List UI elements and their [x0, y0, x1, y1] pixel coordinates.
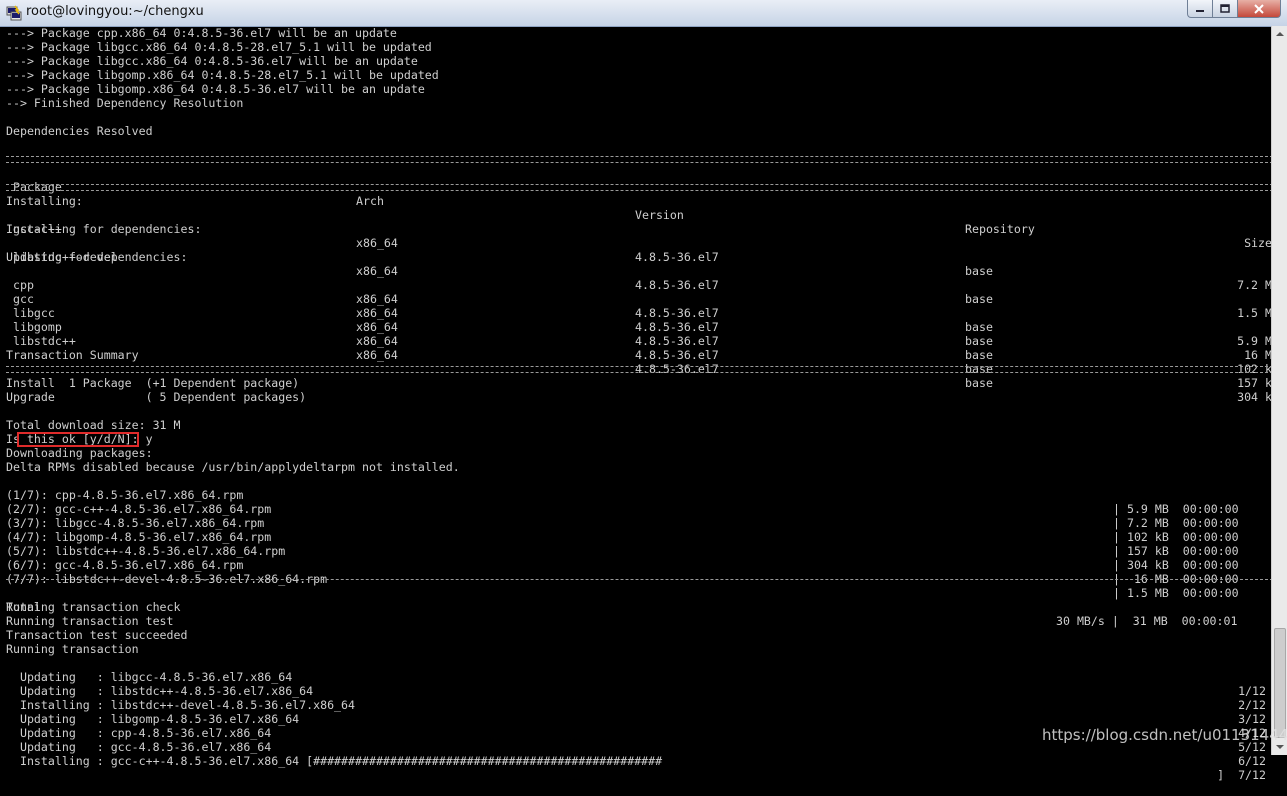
transaction-step: Installing : libstdc++-devel-4.8.5-36.el… [6, 698, 1266, 726]
watermark: https://blog.csdn.net/u011314442 [1042, 726, 1287, 744]
summary-line: Install 1 Package (+1 Dependent package) [6, 376, 300, 390]
close-icon [1254, 3, 1264, 14]
download-row: (1/7): cpp-4.8.5-36.el7.x86_64.rpm | 5.9… [6, 488, 1239, 516]
terminal-output[interactable]: ---> Package cpp.x86_64 0:4.8.5-36.el7 w… [6, 26, 1273, 782]
scroll-up-button[interactable] [1272, 26, 1287, 42]
summary-line: Upgrade ( 5 Dependent packages) [6, 390, 307, 404]
download-row: (4/7): libgomp-4.8.5-36.el7.x86_64.rpm |… [6, 530, 1239, 558]
transaction-step: Updating : libgomp-4.8.5-36.el7.x86_64 4… [6, 712, 1266, 740]
column-header: Arch [356, 194, 384, 208]
output-line: ---> Package cpp.x86_64 0:4.8.5-36.el7 w… [6, 26, 397, 40]
putty-icon[interactable] [6, 5, 22, 21]
transaction-step: Updating : libstdc++-4.8.5-36.el7.x86_64… [6, 684, 1266, 712]
transaction-step: Updating : cpp-4.8.5-36.el7.x86_64 5/12 [6, 726, 1266, 754]
table-row: libgomp x86_64 4.8.5-36.el7 base 157 k [6, 320, 1272, 390]
table-section-label: Installing for dependencies: [6, 222, 202, 236]
output-line: ---> Package libgcc.x86_64 0:4.8.5-28.el… [6, 40, 432, 54]
table-header-row: Package Arch Version Repository Size [6, 166, 1272, 250]
close-button[interactable] [1238, 0, 1281, 18]
output-line: Downloading packages: [6, 446, 153, 460]
output-line: Transaction test succeeded [6, 628, 188, 642]
table-row: libstdc++ x86_64 4.8.5-36.el7 base 304 k [6, 334, 1272, 404]
table-row: gcc-c++ x86_64 4.8.5-36.el7 base 7.2 M [6, 222, 1272, 292]
table-separator [6, 366, 1273, 373]
table-section-label: Installing: [6, 194, 83, 208]
chevron-down-icon [1275, 745, 1284, 749]
output-line: Dependencies Resolved [6, 124, 153, 138]
maximize-button[interactable] [1213, 0, 1238, 18]
summary-title: Transaction Summary [6, 348, 139, 362]
total-row: Total 30 MB/s | 31 MB 00:00:01 [6, 600, 1238, 628]
title-bar: root@lovingyou:~/chengxu [0, 0, 1287, 27]
output-line: --> Finished Dependency Resolution [6, 96, 244, 110]
output-line: Running transaction [6, 642, 139, 656]
output-line: Running transaction test [6, 614, 174, 628]
table-row: libstdc++-devel x86_64 4.8.5-36.el7 base… [6, 250, 1272, 320]
chevron-up-icon [1275, 32, 1284, 36]
table-separator [6, 184, 1273, 191]
download-separator [6, 579, 1273, 580]
output-line: Running transaction check [6, 600, 181, 614]
download-row: (5/7): libstdc++-4.8.5-36.el7.x86_64.rpm… [6, 544, 1239, 572]
output-line: ---> Package libgomp.x86_64 0:4.8.5-36.e… [6, 82, 425, 96]
window-title: root@lovingyou:~/chengxu [26, 4, 204, 19]
download-row: (7/7): libstdc++-devel-4.8.5-36.el7.x86_… [6, 572, 1239, 600]
download-row: (3/7): libgcc-4.8.5-36.el7.x86_64.rpm | … [6, 516, 1239, 544]
scroll-thumb[interactable] [1274, 628, 1286, 738]
download-size: Total download size: 31 M [6, 418, 181, 432]
output-line: ---> Package libgcc.x86_64 0:4.8.5-36.el… [6, 54, 418, 68]
vertical-scrollbar[interactable] [1271, 26, 1287, 755]
table-section-label: Updating for dependencies: [6, 250, 188, 264]
download-row: (2/7): gcc-c++-4.8.5-36.el7.x86_64.rpm |… [6, 502, 1239, 530]
column-header: Repository [965, 222, 1035, 236]
download-row: (6/7): gcc-4.8.5-36.el7.x86_64.rpm | 16 … [6, 558, 1239, 586]
transaction-step: Updating : libgcc-4.8.5-36.el7.x86_64 1/… [6, 670, 1266, 698]
table-row: cpp x86_64 4.8.5-36.el7 base 5.9 M [6, 278, 1272, 348]
output-line: Delta RPMs disabled because /usr/bin/app… [6, 460, 460, 474]
table-separator [6, 156, 1273, 163]
output-line: ---> Package libgomp.x86_64 0:4.8.5-28.e… [6, 68, 439, 82]
table-row: gcc x86_64 4.8.5-36.el7 base 16 M [6, 292, 1272, 362]
minimize-button[interactable] [1187, 0, 1213, 18]
maximize-icon [1220, 3, 1230, 13]
minimize-icon [1196, 9, 1204, 12]
prompt-highlight-box [17, 432, 139, 447]
table-row: libgcc x86_64 4.8.5-36.el7 base 102 k [6, 306, 1272, 376]
